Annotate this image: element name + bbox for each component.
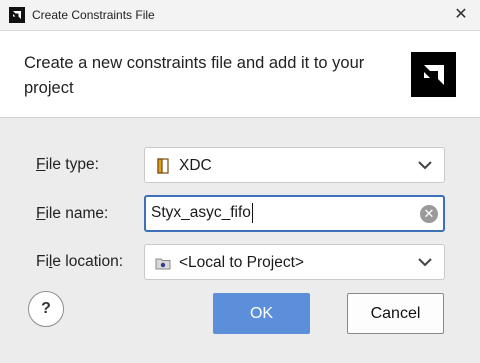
- dialog-header: Create a new constraints file and add it…: [0, 31, 480, 118]
- help-button[interactable]: ?: [28, 291, 64, 327]
- file-location-label: File location:: [36, 253, 124, 270]
- file-location-select[interactable]: <Local to Project>: [144, 244, 445, 280]
- clear-icon[interactable]: ✕: [420, 205, 438, 223]
- ok-button[interactable]: OK: [213, 293, 310, 334]
- close-button[interactable]: ✕: [452, 6, 470, 24]
- file-name-input[interactable]: Styx_asyc_fifo: [151, 203, 253, 223]
- file-type-select[interactable]: XDC: [144, 147, 445, 183]
- folder-icon: [155, 258, 171, 270]
- title-bar: Create Constraints File ✕: [0, 0, 480, 31]
- header-description: Create a new constraints file and add it…: [24, 54, 365, 97]
- file-name-field[interactable]: Styx_asyc_fifo ✕: [144, 195, 445, 232]
- amd-logo-icon: [411, 52, 456, 97]
- file-type-value: XDC: [179, 157, 212, 174]
- window-title: Create Constraints File: [32, 8, 155, 22]
- cancel-button[interactable]: Cancel: [347, 293, 444, 334]
- file-name-label: File name:: [36, 205, 109, 222]
- chevron-down-icon[interactable]: [418, 257, 432, 267]
- chevron-down-icon[interactable]: [418, 160, 432, 170]
- file-location-value: <Local to Project>: [179, 254, 304, 271]
- app-logo-icon: [9, 7, 25, 23]
- xdc-file-icon: [157, 158, 169, 174]
- file-type-label: File type:: [36, 156, 99, 173]
